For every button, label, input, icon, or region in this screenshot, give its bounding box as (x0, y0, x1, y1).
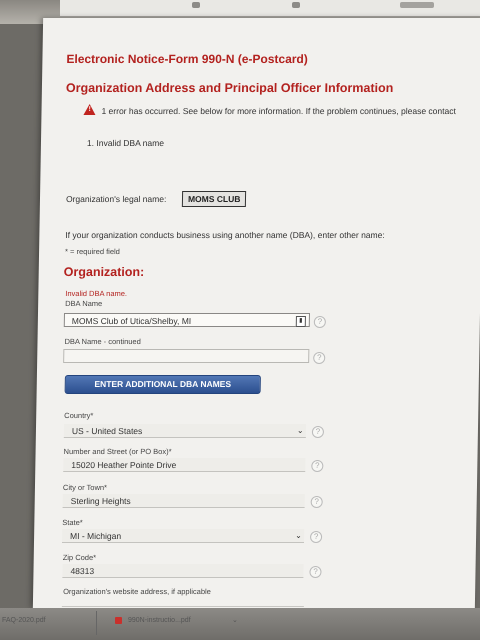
warning-triangle-icon: ! (83, 104, 96, 115)
enter-additional-dba-button[interactable]: ENTER ADDITIONAL DBA NAMES (64, 375, 261, 394)
divider (96, 611, 97, 635)
country-select[interactable]: US - United States (63, 424, 307, 438)
dba-intro-text: If your organization conducts business u… (65, 230, 385, 240)
street-label: Number and Street (or PO Box)* (63, 447, 172, 456)
zip-input[interactable]: 48313 (62, 564, 304, 578)
required-field-note: * = required field (64, 247, 120, 256)
street-value: 15020 Heather Pointe Drive (71, 460, 177, 470)
country-label: Country* (64, 411, 94, 420)
help-question-icon[interactable]: ? (309, 566, 322, 578)
browser-tab-strip (60, 0, 480, 17)
website-input[interactable] (61, 598, 305, 607)
dba-name-label: DBA Name (65, 299, 103, 308)
section-title: Organization Address and Principal Offic… (65, 81, 394, 95)
city-label: City or Town* (62, 483, 108, 492)
dba-continued-input[interactable] (63, 349, 310, 363)
state-value: MI - Michigan (70, 531, 122, 541)
help-question-icon[interactable]: ? (311, 426, 325, 438)
pdf-file-icon (115, 617, 122, 624)
download-item-instructions[interactable]: 990N-instructio...pdf (128, 617, 191, 624)
street-input[interactable]: 15020 Heather Pointe Drive (63, 458, 306, 472)
legal-name-value: MOMS CLUB (181, 191, 247, 207)
form-page: Electronic Notice-Form 990-N (e-Postcard… (32, 18, 480, 608)
chevron-down-icon[interactable]: ⌄ (232, 616, 238, 624)
state-select[interactable]: MI - Michigan (61, 529, 305, 543)
form-title: Electronic Notice-Form 990-N (e-Postcard… (66, 52, 308, 66)
legal-name-label: Organization's legal name: (65, 194, 167, 204)
download-item-faq[interactable]: FAQ-2020.pdf (2, 617, 46, 624)
help-question-icon[interactable]: ? (313, 352, 326, 364)
help-question-icon[interactable]: ? (310, 496, 323, 508)
chevron-down-icon[interactable]: ⌄ (295, 531, 302, 540)
city-value: Sterling Heights (70, 496, 131, 506)
country-value: US - United States (71, 426, 143, 436)
error-message: 1 error has occurred. See below for more… (101, 106, 456, 116)
zip-label: Zip Code* (62, 553, 97, 562)
organization-heading: Organization: (63, 265, 145, 279)
help-question-icon[interactable]: ? (313, 316, 326, 328)
dba-name-input[interactable]: MOMS Club of Utica/Shelby, MI (63, 313, 310, 327)
website-label: Organization's website address, if appli… (63, 587, 211, 596)
zip-value: 48313 (70, 566, 95, 576)
field-indicator-icon[interactable]: ▮ (295, 316, 306, 327)
browser-download-bar: FAQ-2020.pdf 990N-instructio...pdf ⌄ (0, 608, 480, 640)
tab-dot-icon (192, 2, 200, 8)
chevron-down-icon[interactable]: ⌄ (297, 426, 304, 435)
tab-dot-icon (292, 2, 300, 8)
error-item: 1. Invalid DBA name (86, 138, 165, 148)
tab-label-icon (400, 2, 434, 8)
help-question-icon[interactable]: ? (309, 531, 323, 543)
dba-name-value: MOMS Club of Utica/Shelby, MI (71, 316, 192, 326)
city-input[interactable]: Sterling Heights (62, 494, 305, 508)
dba-continued-label: DBA Name - continued (64, 337, 141, 346)
dba-error-text: Invalid DBA name. (65, 289, 128, 298)
state-label: State* (62, 518, 83, 527)
help-question-icon[interactable]: ? (311, 460, 324, 472)
